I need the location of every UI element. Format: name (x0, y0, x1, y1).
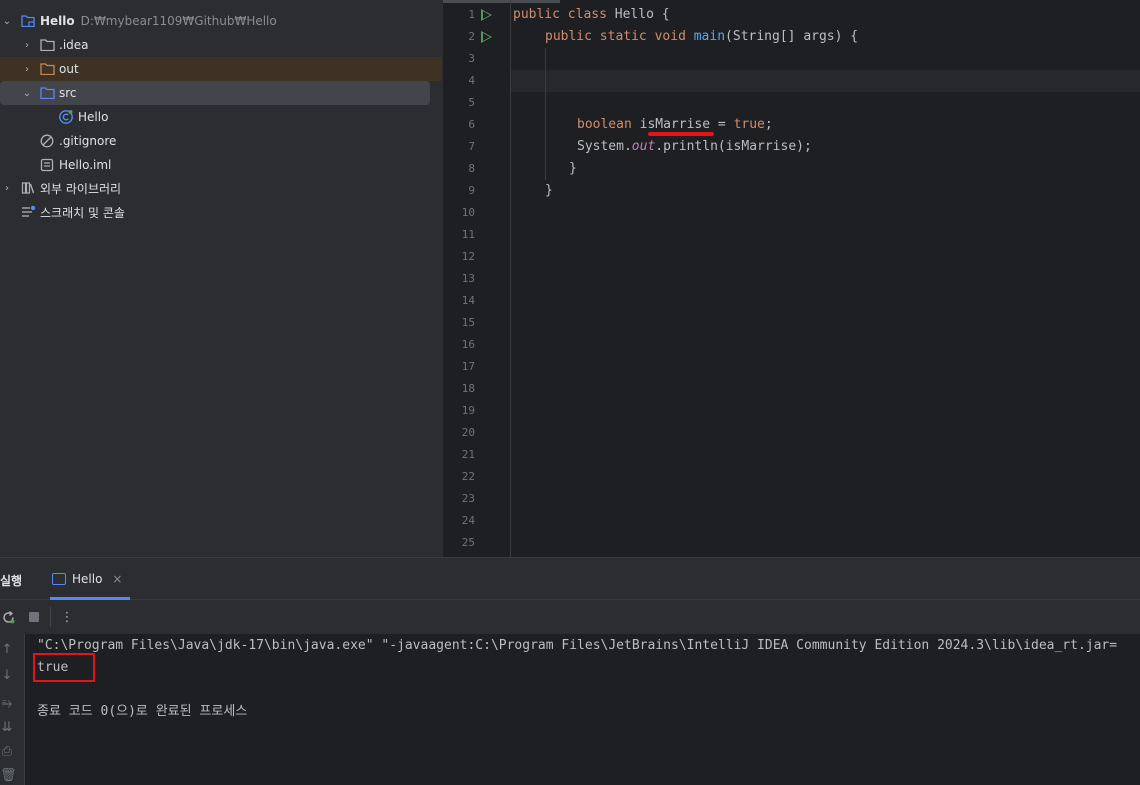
ignored-file-icon (39, 133, 55, 149)
line-number: 6 (468, 118, 475, 131)
line-number: 2 (468, 30, 475, 43)
chevron-down-icon[interactable]: ⌄ (20, 88, 34, 99)
source-folder-icon (39, 85, 55, 101)
line-number: 17 (461, 360, 475, 373)
chevron-right-icon[interactable]: › (0, 183, 14, 194)
tree-item-label: 스크래치 및 콘솔 (40, 205, 125, 220)
line-number: 3 (468, 52, 475, 65)
soft-wrap-icon[interactable]: ⥱ (0, 696, 14, 711)
line-number: 5 (468, 96, 475, 109)
run-toolbar: ⋮ (0, 600, 1140, 634)
line-number: 12 (461, 250, 475, 263)
tree-item-idea[interactable]: › .idea (0, 33, 442, 57)
code-line-9: } (545, 183, 553, 198)
tree-item-label: out (59, 62, 79, 76)
code-line-2: public static void main(String[] args) { (545, 29, 859, 44)
tree-item-external-libraries[interactable]: › 외부 라이브러리 (0, 176, 442, 200)
line-number: 20 (461, 426, 475, 439)
line-number: 13 (461, 272, 475, 285)
chevron-down-icon[interactable]: ⌄ (0, 16, 14, 27)
stop-icon[interactable] (26, 609, 42, 625)
trash-icon[interactable]: 🗑 (0, 768, 17, 783)
line-number: 7 (468, 140, 475, 153)
tree-item-src[interactable]: ⌄ src (0, 81, 430, 105)
indent-guide (545, 48, 546, 180)
line-number: 15 (461, 316, 475, 329)
line-number: 23 (461, 492, 475, 505)
code-line-7: System.out.println(isMarrise); (577, 139, 812, 154)
line-number: 25 (461, 536, 475, 549)
run-class-icon[interactable] (481, 9, 492, 21)
java-class-icon (58, 109, 74, 125)
caret-line-highlight (511, 70, 1140, 92)
highlight-box (33, 653, 95, 682)
tree-item-label: Hello (78, 110, 109, 124)
run-header: 실행 Hello × (0, 558, 1140, 600)
tree-root-hello[interactable]: ⌄ Hello D:₩mybear1109₩Github₩Hello (0, 9, 442, 33)
arrow-down-icon[interactable]: ↓ (0, 668, 14, 683)
line-number: 22 (461, 470, 475, 483)
close-icon[interactable]: × (112, 572, 122, 586)
tree-item-label: .idea (59, 38, 89, 52)
line-number: 11 (461, 228, 475, 241)
tree-item-hello-iml[interactable]: Hello.iml (0, 153, 442, 177)
excluded-folder-icon (39, 61, 55, 77)
code-editor[interactable]: 1 2 3 4 5 6 7 8 9 10 11 12 13 14 15 16 17 18 19 20 21 22 23 24 2… (442, 0, 1140, 557)
tree-item-hello-class[interactable]: Hello (0, 105, 442, 129)
line-number: 18 (461, 382, 475, 395)
code-line-1: public class Hello { (513, 7, 670, 22)
chevron-right-icon[interactable]: › (20, 64, 34, 75)
more-options-icon[interactable]: ⋮ (59, 609, 75, 625)
line-number: 16 (461, 338, 475, 351)
run-title: 실행 (0, 574, 23, 588)
line-number: 9 (468, 184, 475, 197)
tree-root-label: Hello (40, 14, 75, 28)
console-exit-line: 종료 코드 0(으)로 완료된 프로세스 (37, 704, 248, 719)
console-command-line: "C:\Program Files\Java\jdk-17\bin\java.e… (37, 638, 1118, 653)
line-number: 21 (461, 448, 475, 461)
tree-item-label: .gitignore (59, 134, 117, 148)
module-folder-icon (20, 13, 36, 29)
run-tab-label: Hello (72, 572, 103, 586)
tree-item-out[interactable]: › out (0, 57, 442, 81)
gutter-divider (510, 0, 511, 557)
tree-item-label: src (59, 86, 77, 100)
toolbar-divider (50, 607, 51, 627)
line-number: 4 (468, 74, 475, 87)
tree-item-label: Hello.iml (59, 158, 112, 172)
line-number: 8 (468, 162, 475, 175)
project-tool-window: ⌄ Hello D:₩mybear1109₩Github₩Hello › .id… (0, 0, 442, 557)
line-number: 14 (461, 294, 475, 307)
console-side-toolbar: ↑ ↓ ⥱ ⇊ ⎙ 🗑 (0, 634, 25, 785)
tree-item-gitignore[interactable]: .gitignore (0, 129, 442, 153)
line-number: 10 (461, 206, 475, 219)
run-tab-hello[interactable]: Hello × (48, 558, 130, 600)
run-tool-window: 실행 Hello × ⋮ ↑ ↓ ⥱ ⇊ ⎙ 🗑 "C:\Program Fil… (0, 557, 1140, 785)
line-number-gutter: 1 2 3 4 5 6 7 8 9 10 11 12 13 14 15 16 17 18 19 20 21 22 23 24 2… (443, 0, 509, 557)
print-icon[interactable]: ⎙ (0, 744, 14, 759)
library-icon (20, 180, 36, 196)
tree-item-scratches[interactable]: 스크래치 및 콘솔 (0, 200, 442, 224)
tree-root-path: D:₩mybear1109₩Github₩Hello (80, 14, 277, 28)
chevron-right-icon[interactable]: › (20, 40, 34, 51)
module-file-icon (39, 157, 55, 173)
tree-item-label: 외부 라이브러리 (40, 181, 122, 196)
code-line-8: } (569, 161, 577, 176)
line-number: 24 (461, 514, 475, 527)
line-number: 1 (468, 8, 475, 21)
folder-icon (39, 37, 55, 53)
arrow-up-icon[interactable]: ↑ (0, 642, 14, 657)
rerun-icon[interactable] (0, 609, 16, 625)
run-config-icon (52, 573, 66, 585)
run-main-icon[interactable] (481, 31, 492, 43)
scratches-icon (20, 204, 36, 220)
scroll-to-end-icon[interactable]: ⇊ (0, 720, 14, 735)
line-number: 19 (461, 404, 475, 417)
